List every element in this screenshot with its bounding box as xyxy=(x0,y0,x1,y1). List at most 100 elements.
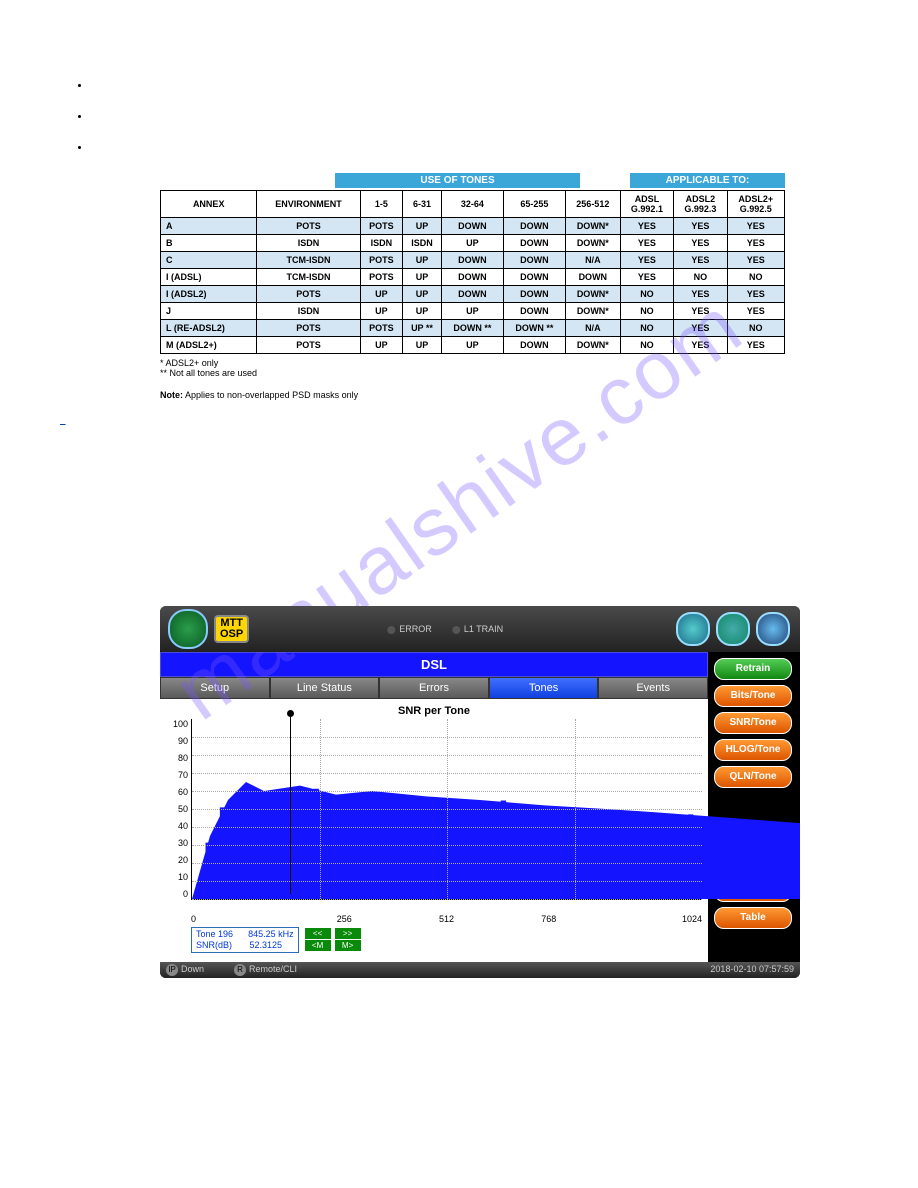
table-cell: DOWN ** xyxy=(503,320,565,337)
annex-cell: I (ADSL) xyxy=(161,269,257,286)
table-cell: NO xyxy=(620,320,673,337)
bits-tone-button[interactable]: Bits/Tone xyxy=(714,685,792,707)
table-cell: DOWN* xyxy=(565,235,620,252)
table-cell: YES xyxy=(727,252,784,269)
table-cell: DOWN ** xyxy=(441,320,503,337)
toolbar-icon[interactable] xyxy=(676,612,710,646)
table-cell: YES xyxy=(620,269,673,286)
y-axis: 1009080706050403020100 xyxy=(166,719,191,899)
table-cell: N/A xyxy=(565,252,620,269)
table-cell: DOWN xyxy=(441,269,503,286)
annex-table: ANNEXENVIRONMENT1-56-3132-6465-255256-51… xyxy=(160,190,785,354)
table-cell: NO xyxy=(727,320,784,337)
table-cell: YES xyxy=(727,337,784,354)
chart-plot[interactable] xyxy=(191,719,702,900)
table-cell: UP xyxy=(360,303,403,320)
l1train-led: L1 TRAIN xyxy=(452,624,503,634)
table-cell: YES xyxy=(674,218,727,235)
table-cell: DOWN* xyxy=(565,286,620,303)
x-axis: 02565127681024 xyxy=(191,914,702,924)
status-bar: IPDown RRemote/CLI 2018-02-10 07:57:59 xyxy=(160,962,800,978)
nav-prev-marker-button[interactable]: <M xyxy=(305,940,331,951)
tab-events[interactable]: Events xyxy=(598,677,708,699)
device-topbar: MTTOSP ERROR L1 TRAIN xyxy=(160,606,800,652)
table-cell: YES xyxy=(674,303,727,320)
table-cell: UP xyxy=(403,303,442,320)
table-cell: YES xyxy=(727,303,784,320)
table-cell: POTS xyxy=(360,252,403,269)
env-cell: POTS xyxy=(257,320,360,337)
table-cell: NO xyxy=(620,286,673,303)
table-cell: YES xyxy=(674,235,727,252)
table-cell: UP xyxy=(403,269,442,286)
tab-line-status[interactable]: Line Status xyxy=(270,677,380,699)
tab-errors[interactable]: Errors xyxy=(379,677,489,699)
env-cell: POTS xyxy=(257,218,360,235)
chart-marker[interactable] xyxy=(290,714,291,894)
remote-icon: R xyxy=(234,964,246,976)
mtt-badge[interactable]: MTTOSP xyxy=(214,615,249,643)
column-header: ENVIRONMENT xyxy=(257,191,360,218)
table-cell: UP xyxy=(441,337,503,354)
table-cell: ISDN xyxy=(360,235,403,252)
table-cell: NO xyxy=(620,337,673,354)
column-header: 256-512 xyxy=(565,191,620,218)
table-cell: DOWN* xyxy=(565,218,620,235)
annex-cell: L (RE-ADSL2) xyxy=(161,320,257,337)
table-cell: UP xyxy=(441,303,503,320)
table-cell: POTS xyxy=(360,269,403,286)
column-header: ANNEX xyxy=(161,191,257,218)
nav-next-marker-button[interactable]: M> xyxy=(335,940,361,951)
annex-cell: A xyxy=(161,218,257,235)
table-cell: YES xyxy=(727,286,784,303)
table-cell: DOWN xyxy=(503,235,565,252)
table-cell: YES xyxy=(674,320,727,337)
note-label: Note: xyxy=(160,390,183,400)
table-cell: YES xyxy=(727,218,784,235)
folder-icon[interactable] xyxy=(756,612,790,646)
table-cell: UP xyxy=(360,337,403,354)
annex-cell: C xyxy=(161,252,257,269)
table-cell: DOWN* xyxy=(565,337,620,354)
table-cell: NO xyxy=(727,269,784,286)
list-item xyxy=(90,142,858,153)
table-cell: YES xyxy=(620,252,673,269)
table-cell: NO xyxy=(674,269,727,286)
table-cell: NO xyxy=(620,303,673,320)
nav-next-button[interactable]: >> xyxy=(335,928,361,939)
column-header: 32-64 xyxy=(441,191,503,218)
retrain-button[interactable]: Retrain xyxy=(714,658,792,680)
env-cell: POTS xyxy=(257,337,360,354)
battery-icon[interactable] xyxy=(716,612,750,646)
bullet-list xyxy=(90,80,858,153)
column-header: 6-31 xyxy=(403,191,442,218)
annex-cell: I (ADSL2) xyxy=(161,286,257,303)
header-use-of-tones: USE OF TONES xyxy=(335,173,580,188)
readout-box: Tone 196 845.25 kHz SNR(dB) 52.3125 xyxy=(191,927,299,953)
table-cell: UP xyxy=(441,235,503,252)
note-text: Applies to non-overlapped PSD masks only xyxy=(183,390,358,400)
table-cell: UP xyxy=(403,252,442,269)
table-cell: YES xyxy=(727,235,784,252)
table-cell: DOWN xyxy=(565,269,620,286)
table-cell: N/A xyxy=(565,320,620,337)
nav-prev-button[interactable]: << xyxy=(305,928,331,939)
tab-setup[interactable]: Setup xyxy=(160,677,270,699)
tab-tones[interactable]: Tones xyxy=(489,677,599,699)
footnote: * ADSL2+ only xyxy=(160,358,858,368)
column-header: 1-5 xyxy=(360,191,403,218)
error-led: ERROR xyxy=(387,624,432,634)
table-cell: YES xyxy=(620,235,673,252)
table-cell: UP xyxy=(360,286,403,303)
table-cell: YES xyxy=(674,337,727,354)
column-header: ADSL2G.992.3 xyxy=(674,191,727,218)
table-cell: DOWN xyxy=(441,286,503,303)
table-cell: DOWN xyxy=(441,252,503,269)
env-cell: TCM-ISDN xyxy=(257,252,360,269)
env-cell: TCM-ISDN xyxy=(257,269,360,286)
logo-icon[interactable] xyxy=(168,609,208,649)
table-button[interactable]: Table xyxy=(714,907,792,929)
table-cell: DOWN xyxy=(503,269,565,286)
header-applicable-to: APPLICABLE TO: xyxy=(630,173,785,188)
table-cell: POTS xyxy=(360,320,403,337)
